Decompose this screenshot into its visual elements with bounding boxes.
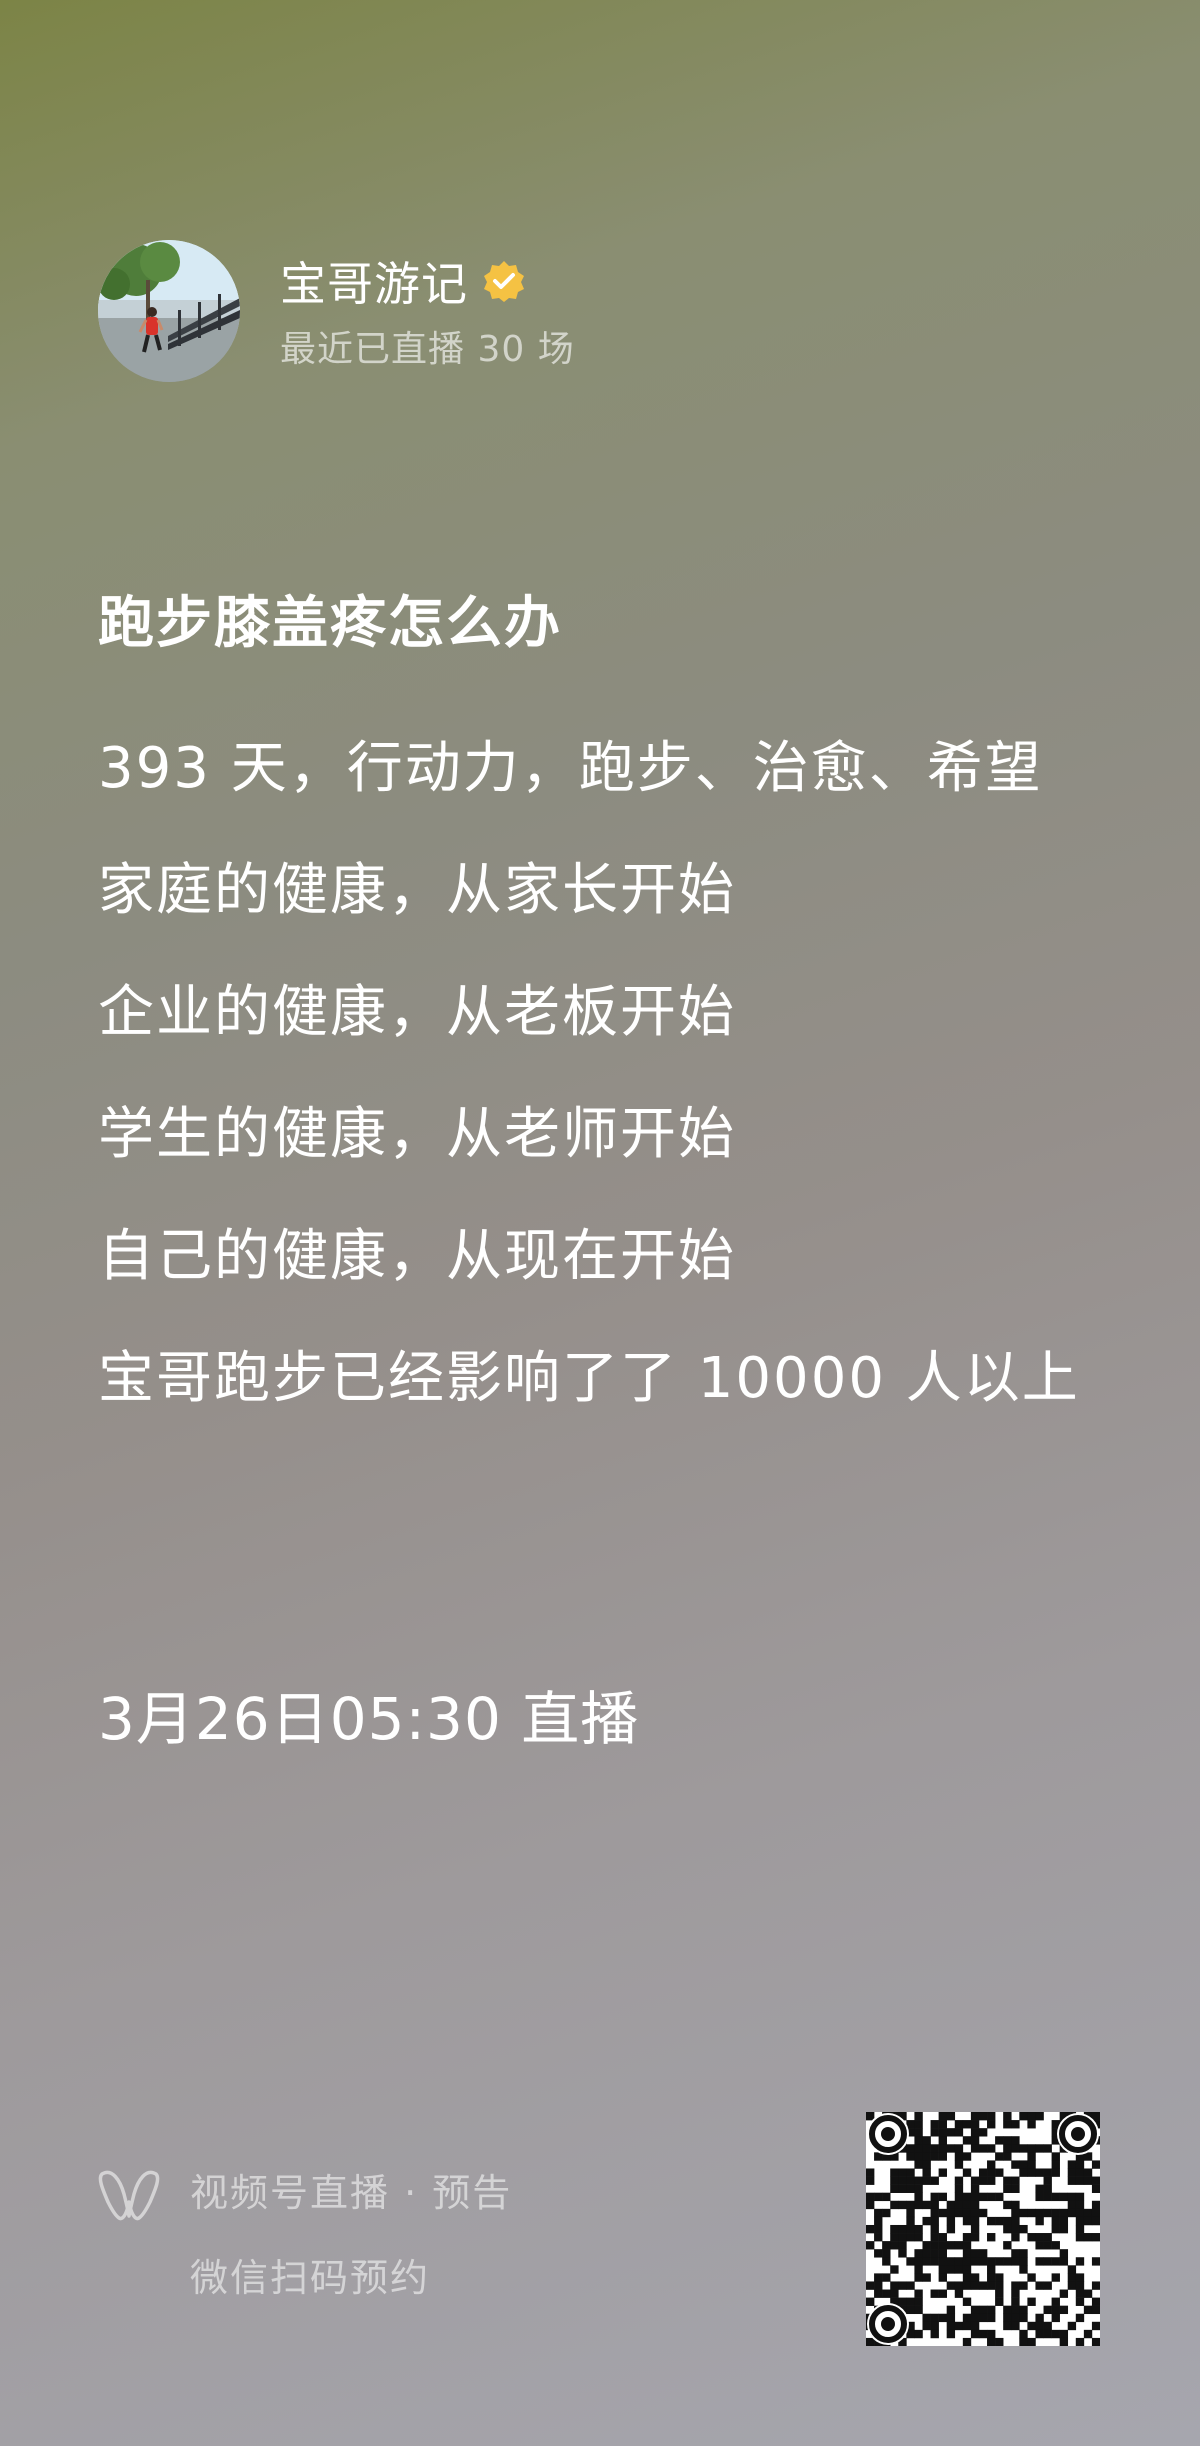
footer: 视频号直播 · 预告 微信扫码预约	[98, 2162, 512, 2302]
verified-badge-icon	[484, 261, 524, 302]
live-count: 最近已直播 30 场	[280, 329, 575, 370]
live-title: 跑步膝盖疼怎么办	[98, 591, 562, 656]
description-line: 宝哥跑步已经影响了了 10000 人以上	[98, 1346, 1080, 1411]
footer-text: 视频号直播 · 预告 微信扫码预约	[190, 2162, 512, 2302]
live-schedule: 3月26日05:30 直播	[98, 1685, 640, 1753]
description-line: 393 天，行动力，跑步、治愈、希望	[98, 736, 1043, 801]
author-header: 宝哥游记 最近已直播 30 场	[98, 240, 575, 382]
description-line: 企业的健康，从老板开始	[98, 980, 736, 1045]
author-name[interactable]: 宝哥游记	[280, 248, 468, 314]
channels-icon	[98, 2170, 160, 2221]
author-info: 宝哥游记 最近已直播 30 场	[280, 250, 575, 372]
footer-live-preview: 视频号直播 · 预告	[190, 2171, 513, 2215]
description-line: 学生的健康，从老师开始	[98, 1102, 736, 1167]
description: 393 天，行动力，跑步、治愈、希望 家庭的健康，从家长开始 企业的健康，从老板…	[98, 728, 1098, 1460]
description-line: 家庭的健康，从家长开始	[98, 858, 736, 923]
avatar[interactable]	[98, 240, 240, 382]
qr-code-icon[interactable]	[866, 2112, 1100, 2346]
avatar-photo	[98, 240, 240, 382]
description-line: 自己的健康，从现在开始	[98, 1224, 736, 1289]
author-name-row: 宝哥游记	[280, 250, 575, 312]
footer-scan-hint: 微信扫码预约	[190, 2256, 431, 2300]
